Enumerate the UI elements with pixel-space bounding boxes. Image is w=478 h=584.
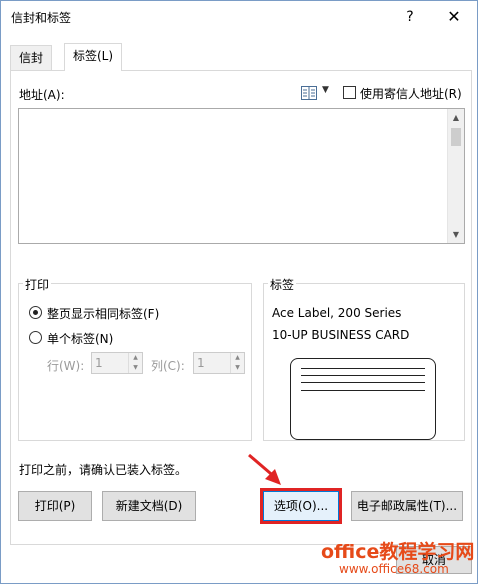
column-up-icon[interactable]: ▲ (231, 353, 244, 363)
help-button[interactable]: ? (395, 4, 425, 30)
scroll-up-icon[interactable]: ▲ (448, 109, 464, 126)
row-stepper[interactable]: 1 ▲ ▼ (91, 352, 143, 374)
address-label: 地址(A): (19, 88, 65, 102)
preview-line (301, 390, 425, 391)
row-down-icon[interactable]: ▼ (129, 363, 142, 373)
new-document-button[interactable]: 新建文档(D) (102, 491, 196, 521)
load-labels-notice: 打印之前，请确认已装入标签。 (19, 463, 188, 477)
single-label-radio[interactable] (29, 331, 42, 344)
label-group-title: 标签 (268, 276, 297, 293)
close-button[interactable]: ✕ (437, 4, 471, 30)
row-value: 1 (95, 356, 103, 370)
tab-envelopes-label: 信封 (19, 51, 44, 65)
preview-line (301, 382, 425, 383)
preview-line (301, 368, 425, 369)
watermark-url: www.office68.com (339, 562, 449, 576)
tab-envelopes[interactable]: 信封 (10, 45, 53, 71)
print-group: 打印 整页显示相同标签(F) 单个标签(N) 行(W): 1 ▲ ▼ 列(C):… (18, 276, 252, 441)
row-label: 行(W): (47, 359, 85, 373)
tab-labels[interactable]: 标签(L) (64, 43, 123, 71)
single-label-label[interactable]: 单个标签(N) (47, 330, 113, 347)
tab-labels-label: 标签(L) (73, 49, 114, 63)
dialog-title: 信封和标签 (11, 11, 72, 25)
label-group[interactable]: 标签 Ace Label, 200 Series 10-UP BUSINESS … (263, 276, 465, 441)
envelopes-labels-dialog: 信封和标签 ? ✕ 信封 标签(L) 地址(A): ▼ 使用寄信人地址(R) ▲… (0, 0, 478, 584)
use-return-address-label[interactable]: 使用寄信人地址(R) (360, 85, 462, 102)
label-vendor: Ace Label, 200 Series (272, 306, 402, 320)
scroll-down-icon[interactable]: ▼ (448, 226, 464, 243)
full-page-radio[interactable] (29, 306, 42, 319)
red-arrow-icon (248, 453, 281, 485)
print-group-title: 打印 (23, 276, 52, 293)
watermark-title: office教程学习网 (321, 541, 475, 563)
chevron-down-icon[interactable]: ▼ (322, 85, 329, 95)
print-button[interactable]: 打印(P) (18, 491, 92, 521)
column-down-icon[interactable]: ▼ (231, 363, 244, 373)
scroll-thumb[interactable] (451, 128, 461, 146)
column-stepper[interactable]: 1 ▲ ▼ (193, 352, 245, 374)
row-up-icon[interactable]: ▲ (129, 353, 142, 363)
column-stepper-buttons: ▲ ▼ (230, 353, 244, 373)
address-book-icon-svg (301, 86, 317, 100)
address-book-icon[interactable] (301, 86, 317, 100)
full-page-label[interactable]: 整页显示相同标签(F) (47, 305, 159, 322)
preview-line (301, 375, 425, 376)
column-label: 列(C): (151, 359, 185, 373)
use-return-address-checkbox[interactable] (343, 86, 356, 99)
address-textarea[interactable]: ▲ ▼ (18, 108, 465, 244)
row-stepper-buttons: ▲ ▼ (128, 353, 142, 373)
label-preview[interactable] (290, 358, 436, 440)
address-scrollbar[interactable]: ▲ ▼ (447, 109, 464, 243)
column-value: 1 (197, 356, 205, 370)
e-postage-properties-button[interactable]: 电子邮政属性(T)... (351, 491, 463, 521)
title-bar: 信封和标签 ? ✕ (1, 1, 477, 33)
label-product: 10-UP BUSINESS CARD (272, 328, 410, 342)
